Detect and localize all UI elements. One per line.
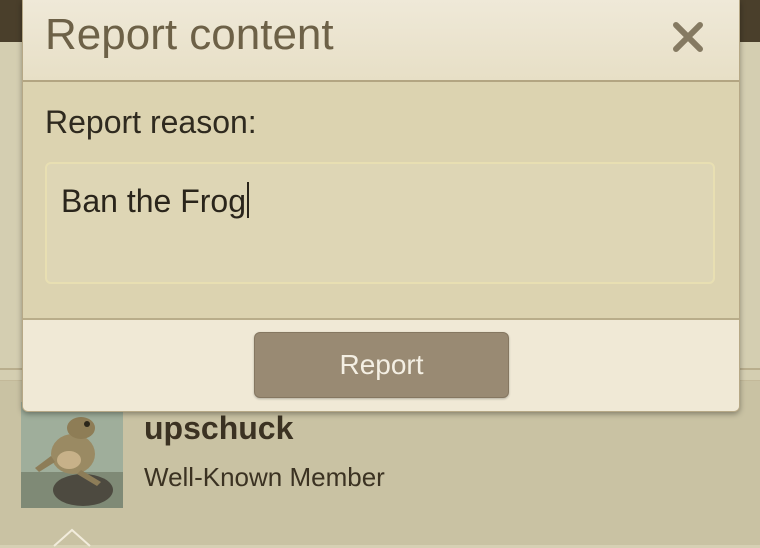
text-caret <box>247 182 249 218</box>
close-icon <box>673 22 703 52</box>
frog-avatar-icon <box>21 402 123 508</box>
user-avatar[interactable] <box>21 402 123 508</box>
report-reason-input[interactable]: Ban the Frog <box>45 162 715 284</box>
modal-title: Report content <box>45 10 334 59</box>
user-title: Well-Known Member <box>144 462 385 492</box>
username[interactable]: upschuck <box>144 410 293 447</box>
modal-footer: Report <box>23 318 739 411</box>
report-button[interactable]: Report <box>254 332 509 398</box>
modal-body: Report reason: Ban the Frog <box>23 82 739 318</box>
report-modal: Report content Report reason: Ban the Fr… <box>22 0 740 412</box>
caret-up-icon <box>53 528 91 547</box>
close-button[interactable] <box>663 12 713 62</box>
modal-header: Report content <box>23 0 739 82</box>
report-reason-value[interactable]: Ban the Frog <box>61 182 249 220</box>
report-reason-label: Report reason: <box>45 104 257 140</box>
